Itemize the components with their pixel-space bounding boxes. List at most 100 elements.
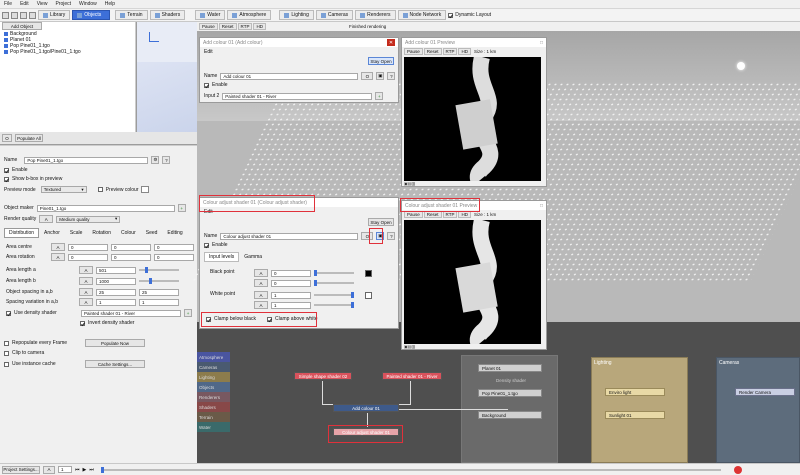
node-render-camera[interactable]: Render Camera (735, 388, 795, 396)
tab-lighting[interactable]: Lighting (279, 10, 314, 20)
help-button[interactable]: ? (387, 232, 396, 240)
tab-scale[interactable]: Scale (65, 228, 88, 238)
menu-file[interactable]: File (4, 1, 12, 7)
area-length-b-options[interactable]: A (79, 277, 93, 285)
enable-checkbox[interactable] (204, 82, 209, 88)
tab-library[interactable]: Library (38, 10, 71, 20)
use-cache-checkbox[interactable] (4, 361, 9, 367)
clip-camera-checkbox[interactable] (4, 350, 9, 356)
object-spacing-b[interactable]: 25 (139, 288, 179, 296)
white-point-slider[interactable] (314, 292, 354, 298)
menu-help[interactable]: Help (105, 1, 115, 7)
gear-button[interactable]: O (361, 72, 374, 80)
tab-anchor[interactable]: Anchor (39, 228, 65, 238)
category-shaders[interactable]: Shaders (197, 402, 230, 412)
populate-all-button[interactable]: Populate All (15, 134, 43, 142)
preview-colour-swatch[interactable] (141, 186, 150, 193)
spacing-variation-options[interactable]: A (79, 298, 93, 306)
reset-button[interactable]: Reset (218, 23, 237, 30)
white-point-options[interactable]: A (254, 291, 268, 299)
tab-atmosphere[interactable]: Atmosphere (227, 10, 272, 20)
white-swatch[interactable] (365, 291, 372, 299)
area-length-a-slider[interactable] (139, 267, 179, 273)
save-icon[interactable] (20, 11, 27, 19)
area-rotation-options[interactable]: A (51, 253, 65, 261)
category-lighting[interactable]: Lighting (197, 372, 230, 382)
new-icon[interactable] (2, 11, 9, 19)
area-rotation-z[interactable]: 0 (154, 253, 194, 261)
pause-button[interactable]: Pause (404, 47, 423, 55)
black-point-g-field[interactable]: 0 (271, 279, 311, 287)
category-cameras[interactable]: Cameras (197, 362, 230, 372)
category-terrain[interactable]: Terrain (197, 412, 230, 422)
object-tree-item[interactable]: Pop Pine01_1.tgo/Pine01_1.tgo (4, 49, 81, 55)
close-icon[interactable]: □ (540, 40, 543, 46)
white-point-g-slider[interactable] (314, 302, 354, 308)
category-renderers[interactable]: Renderers (197, 392, 230, 402)
black-point-field[interactable]: 0 (271, 269, 311, 277)
use-density-checkbox[interactable] (6, 310, 11, 316)
object-spacing-a[interactable]: 25 (96, 288, 136, 296)
menu-edit[interactable]: Edit (20, 1, 29, 7)
input2-add-button[interactable]: + (375, 92, 384, 100)
tab-distribution[interactable]: Distribution (4, 228, 40, 238)
populate-now-button[interactable]: Populate Now (85, 339, 145, 347)
add-object-button[interactable]: Add Object (2, 22, 42, 30)
reset-button[interactable]: Reset (423, 47, 442, 55)
last-frame-icon[interactable]: ⏭ (89, 467, 94, 473)
node-group-lighting[interactable]: Lighting (591, 357, 688, 463)
category-water[interactable]: Water (197, 422, 230, 432)
enable-checkbox[interactable] (204, 242, 209, 248)
tab-cameras[interactable]: Cameras (315, 10, 354, 20)
black-point-g-options[interactable]: A (254, 279, 268, 287)
help-button[interactable]: ? (162, 156, 171, 164)
category-atmosphere[interactable]: Atmosphere (197, 352, 230, 362)
area-length-b-field[interactable]: 1000 (96, 277, 136, 285)
area-length-a-field[interactable]: 501 (96, 266, 136, 274)
area-centre-options[interactable]: A (51, 243, 65, 251)
name-field[interactable]: Pop Pine01_1.tgo (24, 156, 149, 164)
tab-rotation[interactable]: Rotation (87, 228, 116, 238)
rtp-button[interactable]: RTP (237, 23, 253, 30)
3d-preview[interactable] (137, 22, 197, 144)
help-button[interactable]: ? (387, 72, 396, 80)
node-background[interactable]: Background (478, 411, 542, 419)
gear-button[interactable]: ⚙ (151, 156, 160, 164)
spacing-variation-a[interactable]: 1 (96, 298, 136, 306)
tab-colour[interactable]: Colour (116, 228, 141, 238)
project-settings-button[interactable]: Project Settings... (2, 465, 40, 474)
close-icon[interactable]: □ (540, 203, 543, 209)
black-point-g-slider[interactable] (314, 280, 354, 286)
area-length-a-options[interactable]: A (79, 266, 93, 274)
stay-open-button[interactable]: Stay Open (368, 218, 394, 226)
menu-window[interactable]: Window (79, 1, 97, 7)
node-sunlight[interactable]: Sunlight 01 (605, 411, 665, 419)
node-pop-pine[interactable]: Pop Pine01_1.tgo (478, 389, 542, 397)
white-point-g-options[interactable]: A (254, 301, 268, 309)
first-frame-icon[interactable]: ⏮ (75, 467, 80, 473)
black-swatch[interactable] (365, 269, 372, 277)
preview-colour-checkbox[interactable] (97, 187, 103, 192)
area-rotation-x[interactable]: 0 (68, 253, 108, 261)
tab-node-network[interactable]: Node Network (397, 10, 447, 20)
node-painted-shader[interactable]: Painted shader 01 - River (382, 372, 442, 380)
render-quality-options[interactable]: A (39, 215, 54, 223)
density-shader-field[interactable]: Painted shader 01 - River (81, 309, 181, 317)
tab-editing[interactable]: Editing (162, 228, 187, 238)
black-point-options[interactable]: A (254, 269, 268, 277)
edit-menu[interactable]: Edit (204, 49, 213, 55)
enable-checkbox[interactable] (4, 167, 9, 173)
open-icon[interactable] (11, 11, 18, 19)
input2-field[interactable]: Painted shader 01 - River (222, 92, 373, 100)
white-point-field[interactable]: 1 (271, 291, 311, 299)
white-point-g-field[interactable]: 1 (271, 301, 311, 309)
rtp-button[interactable]: RTP (442, 47, 458, 55)
hd-button[interactable]: HD (253, 23, 266, 30)
add-colour-preview-image[interactable] (404, 57, 541, 181)
frame-field[interactable]: 1 (58, 466, 72, 473)
frame-options[interactable]: A (43, 465, 55, 474)
tab-seed[interactable]: Seed (141, 228, 163, 238)
object-settings-button[interactable]: O (2, 134, 12, 142)
stay-open-button[interactable]: Stay Open (368, 57, 394, 65)
tab-shaders[interactable]: Shaders (149, 10, 186, 20)
